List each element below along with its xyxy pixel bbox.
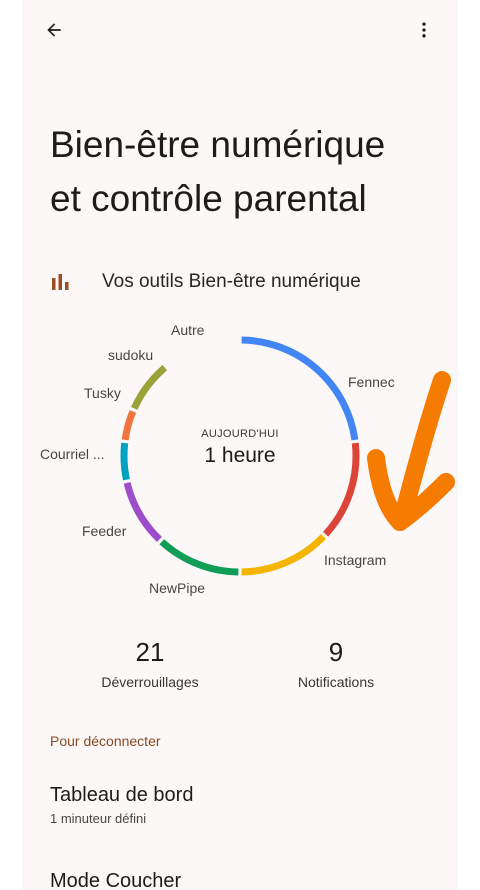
unlocks-label: Déverrouillages bbox=[101, 674, 199, 690]
segment-label-sudoku: sudoku bbox=[108, 347, 154, 363]
screen: Bien-être numérique et contrôle parental… bbox=[22, 0, 458, 890]
more-options-button[interactable] bbox=[408, 14, 440, 46]
bar-chart-icon bbox=[52, 274, 69, 290]
tools-section-header: Vos outils Bien-être numérique bbox=[50, 266, 450, 298]
disconnect-section-header: Pour déconnecter bbox=[50, 733, 161, 749]
dashboard-subtitle: 1 minuteur défini bbox=[50, 811, 147, 826]
center-caption: AUJOURD'HUI bbox=[201, 428, 279, 440]
donut-segment-sudoku[interactable] bbox=[121, 410, 137, 441]
segment-label-instagram: Instagram bbox=[324, 552, 387, 568]
dashboard-title: Tableau de bord bbox=[50, 784, 194, 806]
segment-label-newpipe: NewPipe bbox=[149, 580, 206, 596]
notifications-stat[interactable]: 9 Notifications bbox=[256, 636, 416, 690]
donut-segment-tusky[interactable] bbox=[120, 442, 130, 481]
top-app-bar bbox=[22, 0, 458, 60]
donut-segment-fennec[interactable] bbox=[241, 336, 359, 441]
page-title-line-2: et contrôle parental bbox=[50, 178, 367, 219]
donut-segment-autre[interactable] bbox=[131, 364, 168, 410]
donut-segment-newpipe[interactable] bbox=[241, 534, 326, 576]
page-title: Bien-être numérique et contrôle parental bbox=[50, 118, 450, 226]
segment-label-courriel: Courriel ... bbox=[40, 446, 105, 462]
center-value: 1 heure bbox=[204, 444, 276, 467]
more-vert-icon bbox=[422, 22, 426, 38]
tools-section-label: Vos outils Bien-être numérique bbox=[102, 271, 361, 292]
dashboard-item[interactable]: Tableau de bord 1 minuteur défini bbox=[50, 784, 430, 826]
unlocks-stat[interactable]: 21 Déverrouillages bbox=[70, 636, 230, 690]
segment-label-tusky: Tusky bbox=[84, 385, 121, 401]
segment-label-feeder: Feeder bbox=[82, 523, 127, 539]
donut-segment-courriel[interactable] bbox=[123, 482, 162, 542]
notifications-count: 9 bbox=[328, 637, 344, 667]
notifications-label: Notifications bbox=[297, 674, 375, 690]
donut-segment-feeder[interactable] bbox=[159, 539, 239, 576]
segment-label-autre: Autre bbox=[171, 322, 205, 338]
unlocks-count: 21 bbox=[135, 637, 165, 667]
hand-drawn-arrow-annotation bbox=[367, 371, 455, 531]
page-title-line-1: Bien-être numérique bbox=[50, 124, 386, 165]
arrow-back-icon bbox=[47, 23, 61, 37]
bedtime-mode-title: Mode Coucher bbox=[50, 870, 182, 890]
bedtime-mode-item[interactable]: Mode Coucher bbox=[50, 870, 430, 890]
back-button[interactable] bbox=[38, 14, 70, 46]
